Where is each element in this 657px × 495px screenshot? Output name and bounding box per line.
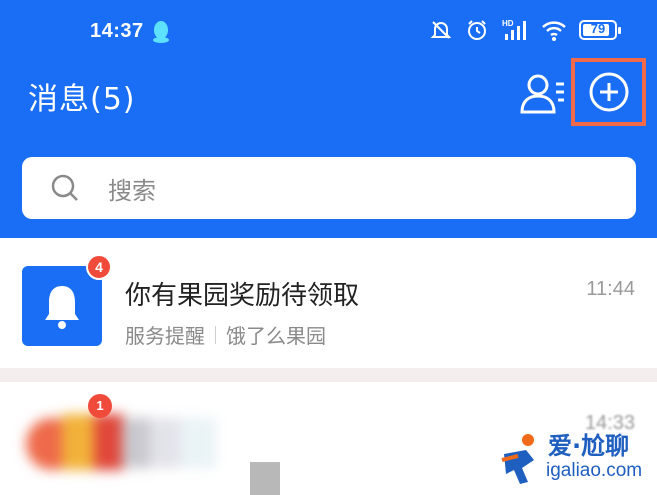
mute-bell-icon bbox=[430, 21, 452, 39]
search-placeholder: 搜索 bbox=[108, 177, 156, 205]
conversation-source: 服务提醒 bbox=[125, 324, 205, 348]
wifi-icon bbox=[542, 21, 566, 41]
plus-circle-icon bbox=[589, 72, 628, 112]
unread-badge: 1 bbox=[88, 394, 112, 418]
bell-icon bbox=[45, 286, 79, 329]
battery-icon: 79 bbox=[579, 20, 621, 40]
alarm-icon bbox=[468, 20, 486, 40]
add-button[interactable] bbox=[571, 58, 646, 126]
conversation-time: 11:44 bbox=[586, 278, 635, 300]
conversation-title: 你有果园奖励待领取 bbox=[125, 281, 360, 311]
conversation-sender: 饿了么果园 bbox=[226, 324, 326, 348]
watermark-url: igaliao.com bbox=[546, 460, 643, 481]
search-bar[interactable]: 搜索 bbox=[22, 157, 636, 219]
search-icon bbox=[51, 174, 78, 201]
notification-avatar bbox=[22, 266, 102, 346]
watermark: 爱·尬聊 igaliao.com bbox=[498, 426, 657, 492]
battery-level: 79 bbox=[590, 21, 606, 36]
placeholder-block bbox=[250, 462, 280, 495]
contacts-icon[interactable] bbox=[518, 72, 566, 116]
blurred-avatar bbox=[26, 414, 216, 470]
status-icons: HD 79 bbox=[429, 18, 621, 42]
header-bar: 14:37 HD 79 消息(5) 搜索 bbox=[0, 0, 657, 238]
conversation-subtitle: 服务提醒 饿了么果园 bbox=[125, 320, 326, 349]
divider bbox=[215, 325, 216, 344]
runner-logo-icon bbox=[501, 434, 534, 484]
qq-icon bbox=[153, 21, 169, 43]
signal-icon: HD bbox=[502, 19, 526, 40]
watermark-title: 爱·尬聊 bbox=[548, 432, 630, 460]
page-title: 消息(5) bbox=[28, 82, 136, 117]
separator bbox=[0, 368, 657, 382]
network-badge: HD bbox=[502, 19, 514, 28]
conversation-item[interactable]: 4 你有果园奖励待领取 服务提醒 饿了么果园 11:44 bbox=[0, 238, 657, 368]
status-time: 14:37 bbox=[90, 20, 144, 42]
unread-badge: 4 bbox=[86, 254, 112, 280]
status-bar: 14:37 HD 79 bbox=[0, 0, 657, 62]
